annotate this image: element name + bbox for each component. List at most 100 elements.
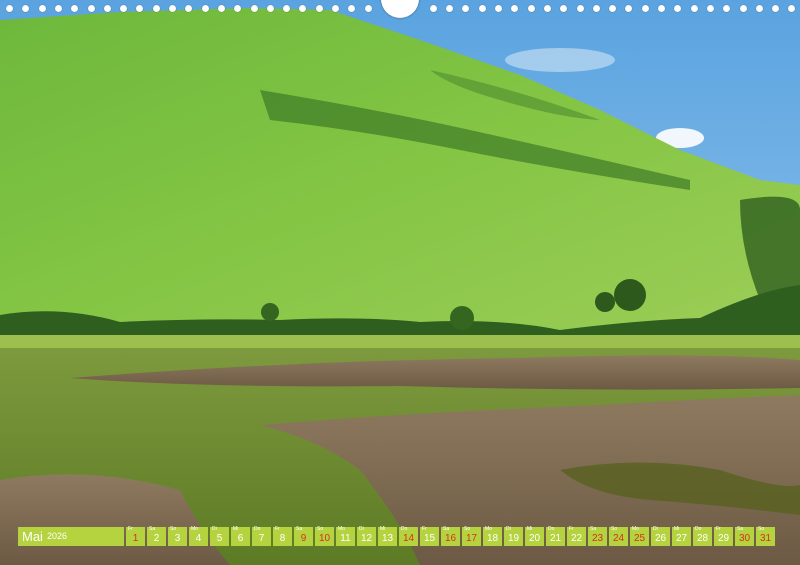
day-number: 7 [258,533,265,544]
day-cell: Di 5 [210,527,229,546]
day-cell: Sa 16 [441,527,460,546]
day-cell: Do 7 [252,527,271,546]
day-number: 12 [360,533,373,544]
binding-hole [169,5,176,12]
day-number: 9 [300,533,307,544]
landscape-photo [0,0,800,565]
day-cell: Mi 27 [672,527,691,546]
day-number: 5 [216,533,223,544]
binding-hole [201,5,209,12]
binding-hole [54,5,62,12]
day-cell: Di 19 [504,527,523,546]
day-cell: Do 14 [399,527,418,546]
binding-hole [478,5,486,12]
day-cell: Fr 1 [126,527,145,546]
day-number: 1 [132,533,139,544]
binding-hole [38,5,46,12]
binding-hole [266,5,274,12]
day-number: 30 [738,533,751,544]
weekday-label: Mo [632,526,639,532]
day-number: 31 [759,533,772,544]
day-cell: Mo 25 [630,527,649,546]
day-cell: Mi 6 [231,527,250,546]
day-number: 23 [591,533,604,544]
day-number: 14 [402,533,415,544]
binding-hole [6,5,13,12]
binding-hole [723,5,731,12]
binding-hole [511,5,519,12]
weekday-label: Do [695,526,702,532]
binding-hole [185,5,193,12]
day-cell: So 3 [168,527,187,546]
binding-hole [462,5,470,12]
day-cell: Sa 9 [294,527,313,546]
binding-hole [217,5,225,12]
binding-hole [739,5,747,12]
day-cell: So 10 [315,527,334,546]
weekday-label: Di [506,526,511,532]
calendar-strip: Mai 2026 Fr 1 Sa 2 So 3 Mo 4 Di 5 Mi 6 Do 7 Fr 8 Sa 9 So 10… [18,527,782,546]
day-cell: Mo 11 [336,527,355,546]
month-name: Mai [22,529,43,544]
day-cell: Do 21 [546,527,565,546]
weekday-label: Sa [149,526,156,532]
binding-hole [641,5,649,12]
binding-hole [755,5,763,12]
binding-hole [136,5,144,12]
day-cell: Di 12 [357,527,376,546]
binding-hole [315,5,323,12]
weekday-label: So [317,526,324,532]
day-cell: So 24 [609,527,628,546]
day-number: 26 [654,533,667,544]
day-number: 27 [675,533,688,544]
binding-hole [446,5,454,12]
day-number: 24 [612,533,625,544]
binding-hole [348,5,356,12]
binding-hole [250,5,258,12]
day-cell: Fr 29 [714,527,733,546]
binding-hole [690,5,698,12]
day-number: 17 [465,533,478,544]
binding-hole [772,5,780,12]
binding-hole [71,5,79,12]
weekday-label: Di [653,526,658,532]
binding-hole [429,5,437,12]
weekday-label: Sa [590,526,597,532]
weekday-label: So [170,526,177,532]
weekday-label: So [758,526,765,532]
month-label-box: Mai 2026 [18,527,124,546]
binding-hole [364,5,372,12]
weekday-label: Sa [296,526,303,532]
binding-hole [22,5,30,12]
weekday-label: So [611,526,618,532]
day-cell: Sa 23 [588,527,607,546]
weekday-label: Sa [737,526,744,532]
weekday-label: Do [254,526,261,532]
binding-hole [299,5,307,12]
day-number: 22 [570,533,583,544]
binding-hole [543,5,551,12]
day-cell: Mi 20 [525,527,544,546]
weekday-label: Do [401,526,408,532]
day-cell: Mo 18 [483,527,502,546]
weekday-label: Do [548,526,555,532]
day-number: 3 [174,533,181,544]
day-number: 21 [549,533,562,544]
day-number: 28 [696,533,709,544]
day-cell: Fr 8 [273,527,292,546]
binding-hole [152,5,160,12]
binding-hole [120,5,128,12]
weekday-label: Mi [380,526,386,532]
binding-hole [234,5,242,12]
day-number: 18 [486,533,499,544]
day-number: 16 [444,533,457,544]
day-number: 20 [528,533,541,544]
binding-hole [609,5,617,12]
binding-hole [527,5,535,12]
weekday-label: Mi [674,526,680,532]
binding-hole [625,5,633,12]
day-cell: So 31 [756,527,775,546]
day-number: 6 [237,533,244,544]
day-cell: So 17 [462,527,481,546]
binding-hole [332,5,339,12]
